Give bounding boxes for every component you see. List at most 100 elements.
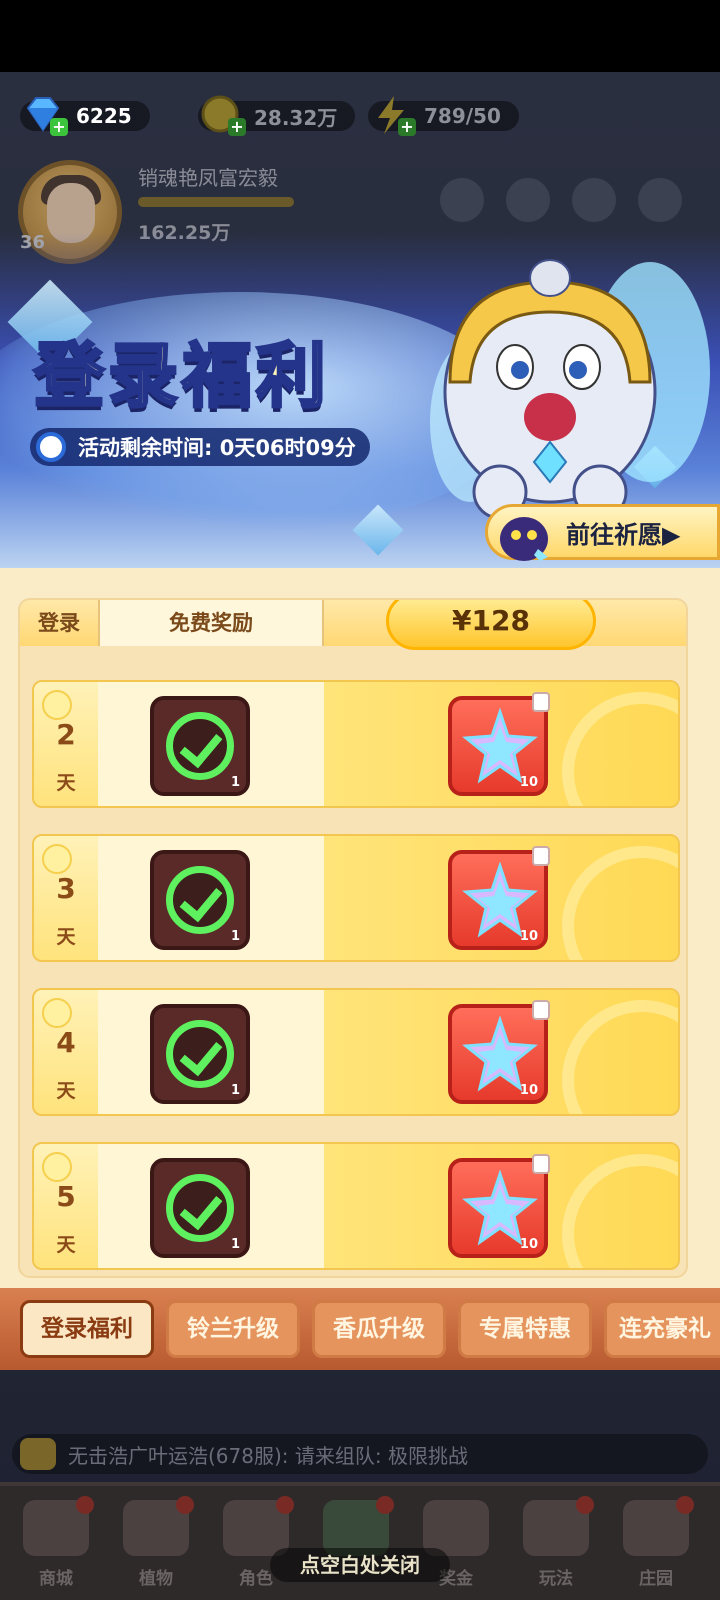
item-quantity: 1 (230, 929, 240, 944)
item-quantity: 10 (519, 929, 538, 944)
paid-reward-item[interactable]: 10 (448, 692, 550, 796)
lock-icon (532, 1154, 550, 1174)
tab-recharge-gift[interactable]: 连充豪礼 (604, 1300, 720, 1358)
notification-dot (276, 1496, 294, 1514)
clock-icon (36, 432, 66, 462)
item-quantity: 1 (230, 775, 240, 790)
player-name: 销魂艳凤富宏毅 (138, 166, 278, 190)
nav-plants-label: 植物 (139, 1569, 173, 1589)
event-timer-text: 活动剩余时间: 0天06时09分 (78, 436, 356, 460)
notification-dot (576, 1496, 594, 1514)
tab-exclusive-offer[interactable]: 专属特惠 (458, 1300, 592, 1358)
star-crystal-icon (462, 1016, 538, 1092)
sun-decoration-icon (562, 846, 678, 960)
goto-wish-label: 前往祈愿▶ (566, 520, 681, 549)
bottom-nav: 商城 植物 角色 奖金 玩法 庄园 (0, 1482, 720, 1600)
exp-bar (138, 197, 294, 207)
star-crystal-icon (462, 862, 538, 938)
free-reward-item[interactable]: 1 (150, 850, 250, 950)
ranking-icon[interactable] (440, 178, 484, 222)
day-unit: 天 (56, 1234, 76, 1256)
notification-dot (376, 1496, 394, 1514)
coin-icon (42, 998, 72, 1028)
day-number: 2 (56, 718, 76, 751)
nav-shop[interactable]: 商城 (14, 1496, 98, 1590)
nav-shop-label: 商城 (39, 1569, 73, 1589)
nav-plants[interactable]: 植物 (114, 1496, 198, 1590)
star-crystal-icon (462, 708, 538, 784)
top-menu-icons (440, 178, 682, 222)
day-unit: 天 (56, 772, 76, 794)
coin-icon (42, 690, 72, 720)
task-icon[interactable] (572, 178, 616, 222)
activity-icon[interactable] (506, 178, 550, 222)
item-quantity: 10 (519, 1237, 538, 1252)
day-unit: 天 (56, 926, 76, 948)
goto-wish-button[interactable]: 前往祈愿▶ (485, 504, 720, 561)
chat-bar[interactable]: 无击浩广叶运浩(678服): 请来组队: 极限挑战 (12, 1434, 708, 1474)
add-diamond-icon[interactable]: + (50, 118, 68, 136)
paid-reward-item[interactable]: 10 (448, 1000, 550, 1104)
day-cell: 3 天 (34, 836, 98, 960)
free-reward-item[interactable]: 1 (150, 696, 250, 796)
free-reward-item[interactable]: 1 (150, 1004, 250, 1104)
reward-table: 登录 免费奖励 ¥128 2 天 1 10 3 天 1 10 4 天 1 10 … (18, 598, 688, 1278)
free-reward-item[interactable]: 1 (150, 1158, 250, 1258)
item-quantity: 10 (519, 775, 538, 790)
paid-reward-item[interactable]: 10 (448, 1154, 550, 1258)
event-timer: 活动剩余时间: 0天06时09分 (30, 428, 370, 466)
add-energy-icon[interactable]: + (398, 118, 416, 136)
item-quantity: 1 (230, 1083, 240, 1098)
coin-icon (42, 844, 72, 874)
notification-dot (76, 1496, 94, 1514)
pet-icon (500, 517, 548, 561)
lock-icon (532, 846, 550, 866)
lock-icon (532, 692, 550, 712)
day-cell: 4 天 (34, 990, 98, 1114)
nav-manor[interactable]: 庄园 (614, 1496, 698, 1590)
paid-reward-item[interactable]: 10 (448, 846, 550, 950)
day-cell: 5 天 (34, 1144, 98, 1268)
sun-decoration-icon (562, 692, 678, 806)
checkmark-icon (166, 1020, 234, 1088)
diamond-counter[interactable]: + 6225 (20, 97, 150, 136)
status-bar (0, 0, 720, 72)
day-number: 4 (56, 1026, 76, 1059)
nav-manor-label: 庄园 (639, 1569, 673, 1589)
energy-counter[interactable]: + 789/50 (368, 96, 519, 136)
tab-login-bonus[interactable]: 登录福利 (20, 1300, 154, 1358)
day-cell: 2 天 (34, 682, 98, 806)
coin-icon (42, 1152, 72, 1182)
tab-lily-upgrade[interactable]: 铃兰升级 (166, 1300, 300, 1358)
event-tab-bar: 登录福利 铃兰升级 香瓜升级 专属特惠 连充豪礼 (0, 1288, 720, 1370)
event-banner: 登录福利 活动剩余时间: 0天06时09分 前往祈愿▶ (0, 232, 720, 572)
chat-bubble-icon (20, 1438, 56, 1470)
gold-counter[interactable]: + 28.32万 (198, 95, 356, 136)
lock-icon (532, 1000, 550, 1020)
day-number: 3 (56, 872, 76, 905)
checkmark-icon (166, 866, 234, 934)
purchase-price-button[interactable]: ¥128 (386, 600, 596, 650)
nav-gameplay[interactable]: 玩法 (514, 1496, 598, 1590)
armored-hero-icon (430, 259, 710, 520)
item-quantity: 10 (519, 1083, 538, 1098)
sun-decoration-icon (562, 1154, 678, 1268)
more-icon[interactable] (638, 178, 682, 222)
star-crystal-icon (462, 1170, 538, 1246)
add-gold-icon[interactable]: + (228, 118, 246, 136)
day-unit: 天 (56, 1080, 76, 1102)
day-number: 5 (56, 1180, 76, 1213)
chat-message: 无击浩广叶运浩(678服): 请来组队: 极限挑战 (68, 1443, 468, 1468)
table-header: 登录 免费奖励 ¥128 (20, 600, 686, 650)
close-hint[interactable]: 点空白处关闭 (270, 1548, 450, 1582)
tab-melon-upgrade[interactable]: 香瓜升级 (312, 1300, 446, 1358)
item-quantity: 1 (230, 1237, 240, 1252)
col-login-header: 登录 (38, 611, 80, 635)
checkmark-icon (166, 712, 234, 780)
col-free-header: 免费奖励 (98, 600, 324, 646)
table-row: 4 天 1 10 (32, 988, 680, 1116)
table-row: 2 天 1 10 (32, 680, 680, 808)
table-row: 3 天 1 10 (32, 834, 680, 962)
banner-title: 登录福利 (33, 334, 330, 419)
table-row: 5 天 1 10 (32, 1142, 680, 1270)
